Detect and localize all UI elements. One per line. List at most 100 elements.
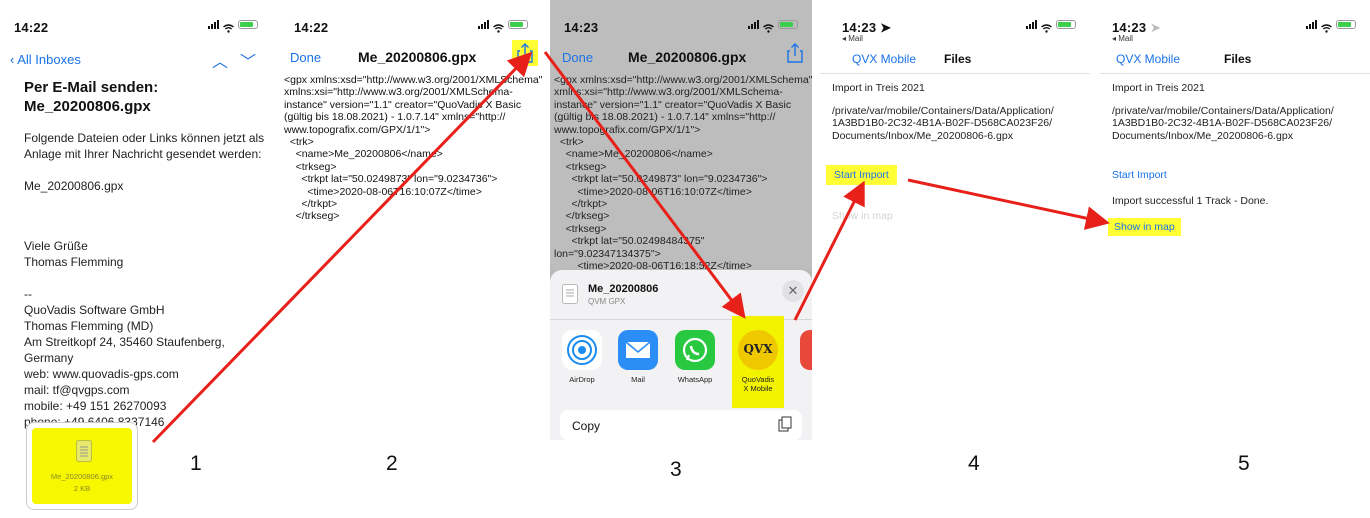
file-path: /private/var/mobile/Containers/Data/Appl…: [832, 105, 1054, 142]
import-result: Import successful 1 Track - Done.: [1112, 195, 1269, 207]
step-number-2: 2: [386, 452, 398, 475]
document-icon: [562, 284, 578, 309]
files-import-done-screen: 14:23 ➤ ◂ Mail QVX Mobile Files Import i…: [1100, 0, 1370, 440]
status-icons: [478, 20, 528, 33]
gpx-preview-screen: 14:22 Done Me_20200806.gpx <gpx xmlns:xs…: [280, 0, 542, 440]
app-mail[interactable]: Mail: [613, 330, 663, 384]
signal-icon: [208, 20, 219, 29]
battery-icon: [238, 20, 258, 29]
share-sheet-screen: 14:23 Done Me_20200806.gpx <gpx xmlns:xs…: [550, 0, 812, 440]
chevron-down-icon[interactable]: ﹀: [240, 48, 256, 72]
status-bar: 14:23 ➤ ◂ Mail: [820, 14, 1090, 43]
preview-title: Me_20200806.gpx: [628, 49, 747, 65]
battery-icon: [508, 20, 528, 29]
status-icons: [748, 20, 798, 33]
mail-intro: Folgende Dateien oder Links können jetzt…: [24, 131, 265, 161]
status-icons: [1026, 20, 1076, 33]
back-to-mail[interactable]: ◂ Mail: [842, 34, 863, 43]
signal-icon: [1026, 20, 1037, 29]
file-path: /private/var/mobile/Containers/Data/Appl…: [1112, 105, 1334, 142]
attachment-tile[interactable]: Me_20200806.gpx 2 KB: [26, 422, 138, 510]
mail-greeting: Viele Grüße Thomas Flemming: [24, 239, 124, 269]
document-icon: [76, 440, 92, 467]
gpx-content: <gpx xmlns:xsd="http://www.w3.org/2001/X…: [284, 74, 542, 223]
attachment-highlight: Me_20200806.gpx 2 KB: [32, 428, 132, 504]
start-import-button[interactable]: Start Import: [826, 165, 897, 186]
airdrop-icon: [562, 330, 602, 370]
status-icons: [1306, 20, 1356, 33]
app-quovadis[interactable]: QVX QuoVadis X Mobile: [732, 316, 784, 408]
files-import-screen: 14:23 ➤ ◂ Mail QVX Mobile Files Import i…: [820, 0, 1090, 440]
step-number-1: 1: [190, 452, 202, 475]
share-sheet-header: Me_20200806 QVM GPX ✕: [550, 270, 812, 320]
app-whatsapp[interactable]: WhatsApp: [670, 330, 720, 384]
share-file-name: Me_20200806: [588, 283, 659, 295]
chevron-up-icon[interactable]: ︿: [212, 48, 228, 72]
mail-icon: [618, 330, 658, 370]
done-button[interactable]: Done: [290, 50, 321, 65]
wifi-icon: [223, 20, 234, 33]
share-sheet: Me_20200806 QVM GPX ✕ AirDrop Mail Whats…: [550, 270, 812, 440]
navbar-divider: [1100, 73, 1370, 74]
wifi-icon: [1041, 20, 1052, 33]
signal-icon: [1306, 20, 1317, 29]
share-icon[interactable]: [784, 41, 806, 70]
app-airdrop[interactable]: AirDrop: [557, 330, 607, 384]
mail-screen: 14:22 ‹ All Inboxes ︿ ﹀ Per E-Mail sende…: [0, 0, 272, 518]
status-bar: 14:22: [280, 14, 542, 35]
partial-app-icon: [800, 330, 812, 370]
back-label: All Inboxes: [17, 52, 81, 67]
attachment-size: 2 KB: [73, 484, 91, 493]
whatsapp-icon: [675, 330, 715, 370]
step-number-3: 3: [670, 458, 682, 481]
status-bar: 14:23 ➤ ◂ Mail: [1100, 14, 1370, 43]
show-in-map-button[interactable]: Show in map: [832, 210, 893, 222]
copy-action[interactable]: Copy: [560, 410, 802, 440]
back-button[interactable]: QVX Mobile: [852, 52, 916, 66]
share-icon[interactable]: [512, 40, 538, 66]
signal-icon: [478, 20, 489, 29]
app-row: AirDrop Mail WhatsApp QVX QuoVadis X Mob: [550, 316, 812, 408]
battery-icon: [1056, 20, 1076, 29]
mail-file-name: Me_20200806.gpx: [24, 179, 124, 193]
mail-subject: Per E-Mail senden: Me_20200806.gpx: [24, 79, 159, 115]
status-time: 14:22: [294, 20, 329, 35]
status-time: 14:23: [564, 20, 599, 35]
back-to-mail[interactable]: ◂ Mail: [1112, 34, 1133, 43]
step-number-5: 5: [1238, 452, 1250, 475]
copy-label: Copy: [572, 419, 601, 433]
attachment-name: Me_20200806.gpx: [50, 472, 114, 481]
status-bar: 14:22: [0, 14, 272, 35]
wifi-icon: [1321, 20, 1332, 33]
status-bar: 14:23: [550, 14, 812, 35]
wifi-icon: [763, 20, 774, 33]
done-button[interactable]: Done: [562, 50, 593, 65]
location-icon: ➤: [880, 20, 892, 35]
share-file-type: QVM GPX: [588, 297, 626, 306]
wifi-icon: [493, 20, 504, 33]
start-import-button[interactable]: Start Import: [1112, 169, 1167, 181]
signal-icon: [748, 20, 759, 29]
qvx-logo-icon: QVX: [738, 330, 778, 370]
files-title: Files: [944, 52, 972, 66]
mail-signature: -- QuoVadis Software GmbH Thomas Flemmin…: [24, 287, 225, 429]
back-button[interactable]: ‹ All Inboxes: [10, 52, 81, 67]
app-more-partial[interactable]: [800, 330, 812, 375]
app-label: WhatsApp: [677, 375, 713, 384]
battery-icon: [778, 20, 798, 29]
status-icons: [208, 20, 258, 33]
mail-navbar: ‹ All Inboxes ︿ ﹀: [0, 44, 272, 74]
battery-icon: [1336, 20, 1356, 29]
preview-navbar: Done Me_20200806.gpx: [550, 41, 812, 74]
app-label: Mail: [631, 375, 645, 384]
qvx-logo-text: QVX: [743, 342, 773, 356]
app-label-line2: X Mobile: [743, 384, 773, 393]
location-icon: ➤: [1150, 20, 1162, 35]
import-heading: Import in Treis 2021: [832, 82, 925, 94]
close-icon[interactable]: ✕: [782, 280, 804, 302]
show-in-map-button[interactable]: Show in map: [1108, 218, 1181, 237]
files-title: Files: [1224, 52, 1252, 66]
app-label: AirDrop: [569, 375, 595, 384]
back-button[interactable]: QVX Mobile: [1116, 52, 1180, 66]
preview-title: Me_20200806.gpx: [358, 49, 477, 65]
